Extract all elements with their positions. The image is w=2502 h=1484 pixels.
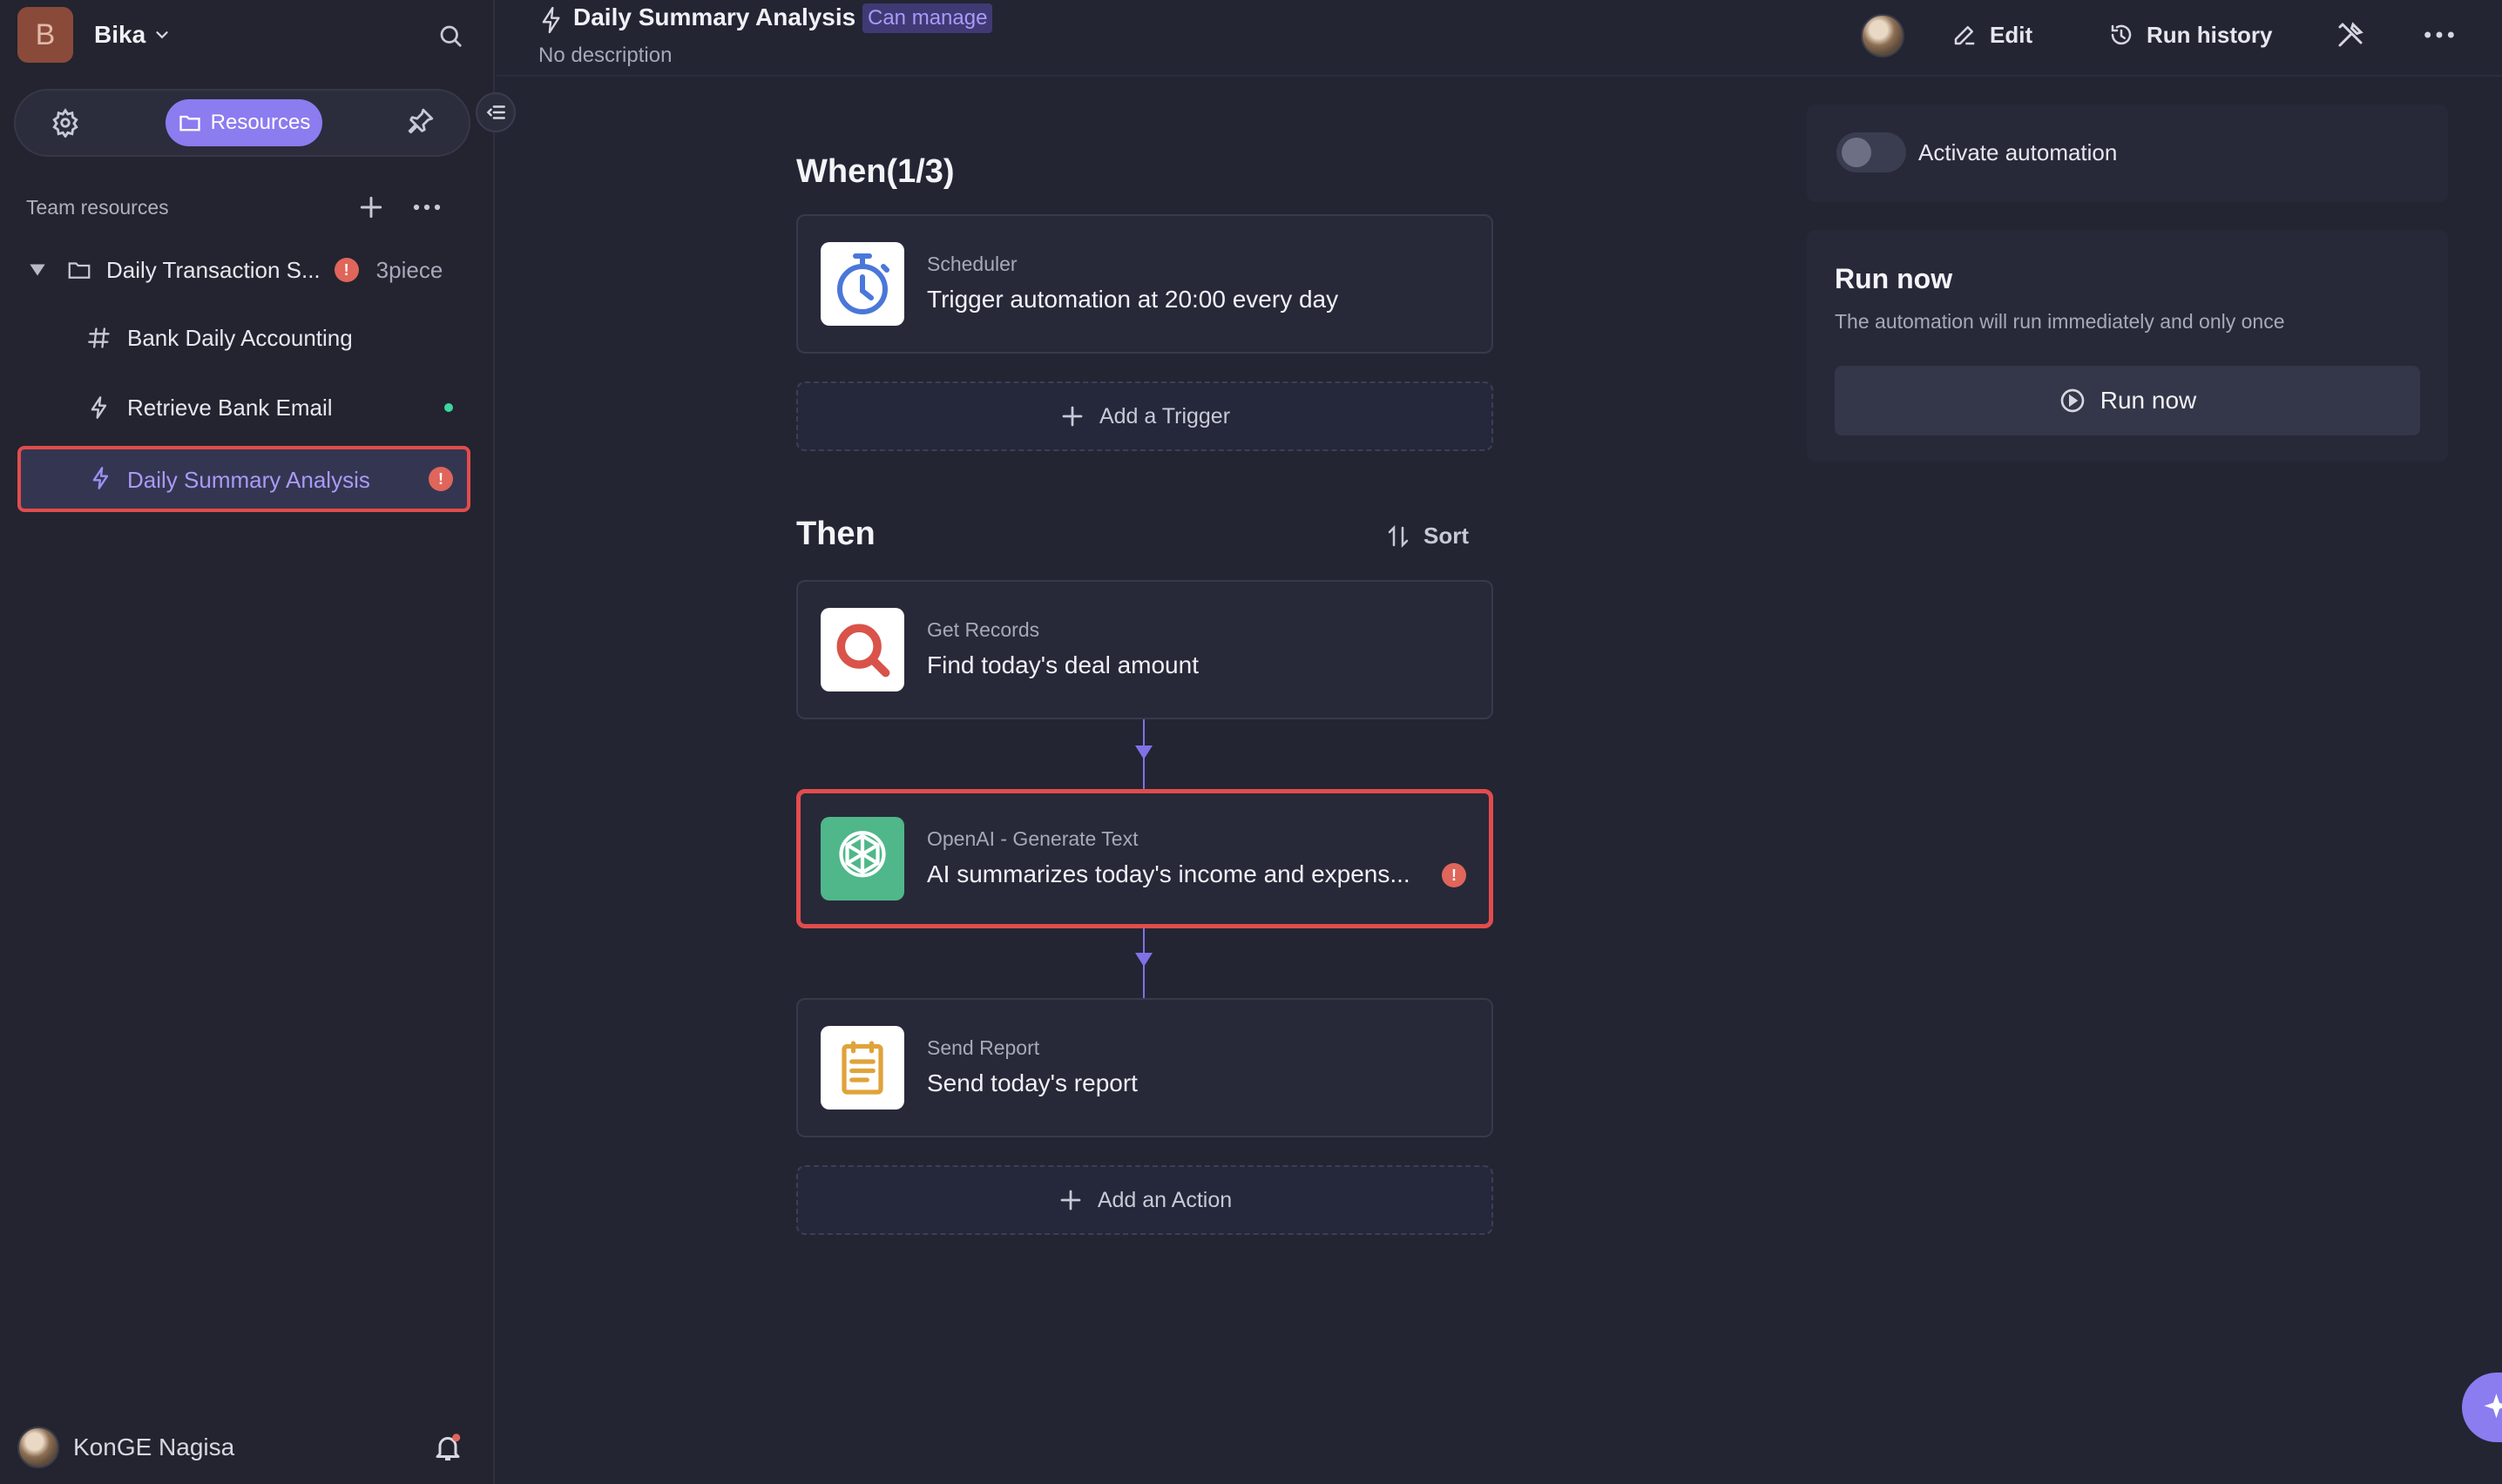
add-trigger-label: Add a Trigger bbox=[1099, 403, 1231, 428]
chevron-down-icon bbox=[156, 31, 168, 39]
bell-icon[interactable] bbox=[432, 1432, 463, 1463]
action-description: Find today's deal amount bbox=[927, 651, 1199, 678]
action-description: AI summarizes today's income and expens.… bbox=[927, 860, 1410, 887]
more-icon[interactable] bbox=[411, 193, 443, 221]
sidebar-item-bank-daily-accounting[interactable]: Bank Daily Accounting bbox=[87, 312, 470, 364]
pencil-icon bbox=[1954, 26, 1975, 45]
collapse-sidebar-button[interactable] bbox=[476, 92, 516, 132]
caret-down-icon[interactable] bbox=[26, 259, 49, 281]
run-now-subtitle: The automation will run immediately and … bbox=[1835, 310, 2285, 333]
tab-resources-label: Resources bbox=[210, 111, 311, 134]
pin-icon[interactable] bbox=[406, 106, 436, 136]
collapse-icon bbox=[486, 105, 505, 119]
workspace-switcher[interactable]: B Bika bbox=[17, 7, 488, 63]
sidebar-item-retrieve-bank-email[interactable]: Retrieve Bank Email bbox=[87, 381, 470, 434]
plus-icon bbox=[1060, 1190, 1081, 1211]
trigger-type: Scheduler bbox=[927, 253, 1018, 275]
avatar[interactable] bbox=[17, 1427, 59, 1468]
action-card-send-report[interactable]: Send Report Send today's report bbox=[796, 998, 1493, 1137]
permission-badge: Can manage bbox=[862, 3, 993, 33]
bolt-icon bbox=[91, 396, 107, 419]
history-icon bbox=[2111, 24, 2132, 45]
toggle-knob bbox=[1842, 138, 1871, 167]
collaborator-avatar[interactable] bbox=[1861, 14, 1904, 57]
sidebar-folder-daily-transaction[interactable]: Daily Transaction S... ! 3piece bbox=[26, 244, 470, 296]
tab-resources[interactable]: Resources bbox=[166, 99, 322, 146]
error-badge-icon: ! bbox=[1442, 863, 1466, 887]
activate-automation-label: Activate automation bbox=[1918, 139, 2118, 165]
sort-label: Sort bbox=[1423, 523, 1469, 549]
status-dot-icon bbox=[444, 403, 453, 412]
sparkle-icon bbox=[2484, 1393, 2502, 1419]
tools-icon[interactable] bbox=[2335, 19, 2366, 51]
run-now-title: Run now bbox=[1835, 263, 1953, 294]
run-history-button[interactable]: Run history bbox=[2108, 16, 2272, 54]
plus-icon bbox=[1062, 406, 1083, 427]
search-icon[interactable] bbox=[437, 23, 463, 49]
run-now-panel: Run now The automation will run immediat… bbox=[1807, 230, 2448, 462]
folder-icon bbox=[68, 262, 91, 279]
page-title: Daily Summary Analysis bbox=[573, 3, 856, 30]
report-icon bbox=[821, 1026, 904, 1110]
add-trigger-button[interactable]: Add a Trigger bbox=[796, 381, 1493, 451]
bolt-icon bbox=[92, 467, 109, 489]
user-name: KonGE Nagisa bbox=[73, 1433, 235, 1460]
sort-button[interactable]: Sort bbox=[1385, 523, 1469, 550]
sidebar-item-label: Retrieve Bank Email bbox=[127, 394, 333, 421]
sidebar-item-label: Daily Summary Analysis bbox=[127, 467, 370, 493]
sidebar-item-label: Bank Daily Accounting bbox=[127, 324, 353, 351]
folder-count: 3piece bbox=[375, 256, 443, 283]
run-history-label: Run history bbox=[2147, 21, 2273, 48]
error-badge-icon: ! bbox=[429, 467, 453, 491]
team-resources-header: Team resources bbox=[26, 190, 479, 225]
sidebar: B Bika Resources Team resources Daily Tr… bbox=[0, 0, 516, 1484]
edit-label: Edit bbox=[1990, 21, 2033, 48]
more-icon[interactable] bbox=[2422, 19, 2457, 51]
edit-button[interactable]: Edit bbox=[1951, 16, 2032, 54]
action-card-get-records[interactable]: Get Records Find today's deal amount bbox=[796, 580, 1493, 719]
error-badge-icon: ! bbox=[334, 258, 359, 282]
openai-icon bbox=[821, 817, 904, 901]
sidebar-tabbar: Resources bbox=[14, 89, 470, 157]
sidebar-item-daily-summary-analysis[interactable]: Daily Summary Analysis ! bbox=[17, 446, 470, 512]
action-type: OpenAI - Generate Text bbox=[927, 827, 1139, 850]
run-now-button[interactable]: Run now bbox=[1835, 366, 2420, 435]
activate-automation-panel: Activate automation bbox=[1807, 105, 2448, 202]
gear-icon[interactable] bbox=[51, 108, 80, 138]
magnifier-icon bbox=[821, 608, 904, 691]
hash-icon bbox=[88, 327, 110, 348]
folder-label: Daily Transaction S... bbox=[106, 256, 321, 283]
scheduler-icon bbox=[821, 242, 904, 326]
run-now-button-label: Run now bbox=[2100, 387, 2197, 414]
workspace-name: Bika bbox=[94, 21, 146, 48]
action-card-openai-generate-text[interactable]: OpenAI - Generate Text AI summarizes tod… bbox=[796, 789, 1493, 928]
team-resources-label: Team resources bbox=[26, 195, 169, 219]
bolt-icon bbox=[542, 6, 560, 34]
sort-icon bbox=[1388, 524, 1409, 548]
add-action-label: Add an Action bbox=[1097, 1187, 1233, 1212]
action-type: Get Records bbox=[927, 618, 1040, 641]
plus-icon[interactable] bbox=[357, 193, 385, 221]
add-action-button[interactable]: Add an Action bbox=[796, 1165, 1493, 1235]
action-type: Send Report bbox=[927, 1036, 1040, 1059]
trigger-card-scheduler[interactable]: Scheduler Trigger automation at 20:00 ev… bbox=[796, 214, 1493, 354]
play-circle-icon bbox=[2060, 388, 2085, 413]
arrow-down-icon bbox=[1135, 953, 1153, 967]
folder-icon bbox=[179, 115, 200, 132]
activate-automation-toggle[interactable] bbox=[1836, 132, 1906, 172]
arrow-down-icon bbox=[1135, 745, 1153, 759]
page-header: Daily Summary Analysis Can manage No des… bbox=[497, 0, 2502, 77]
ai-assistant-button[interactable] bbox=[2462, 1373, 2502, 1442]
page-description[interactable]: No description bbox=[538, 44, 672, 68]
when-section-title: When(1/3) bbox=[796, 153, 955, 190]
workspace-logo: B bbox=[17, 7, 73, 63]
user-profile[interactable]: KonGE Nagisa bbox=[17, 1421, 470, 1474]
then-section-title: Then bbox=[796, 516, 876, 552]
action-description: Send today's report bbox=[927, 1069, 1138, 1096]
trigger-description: Trigger automation at 20:00 every day bbox=[927, 286, 1339, 313]
